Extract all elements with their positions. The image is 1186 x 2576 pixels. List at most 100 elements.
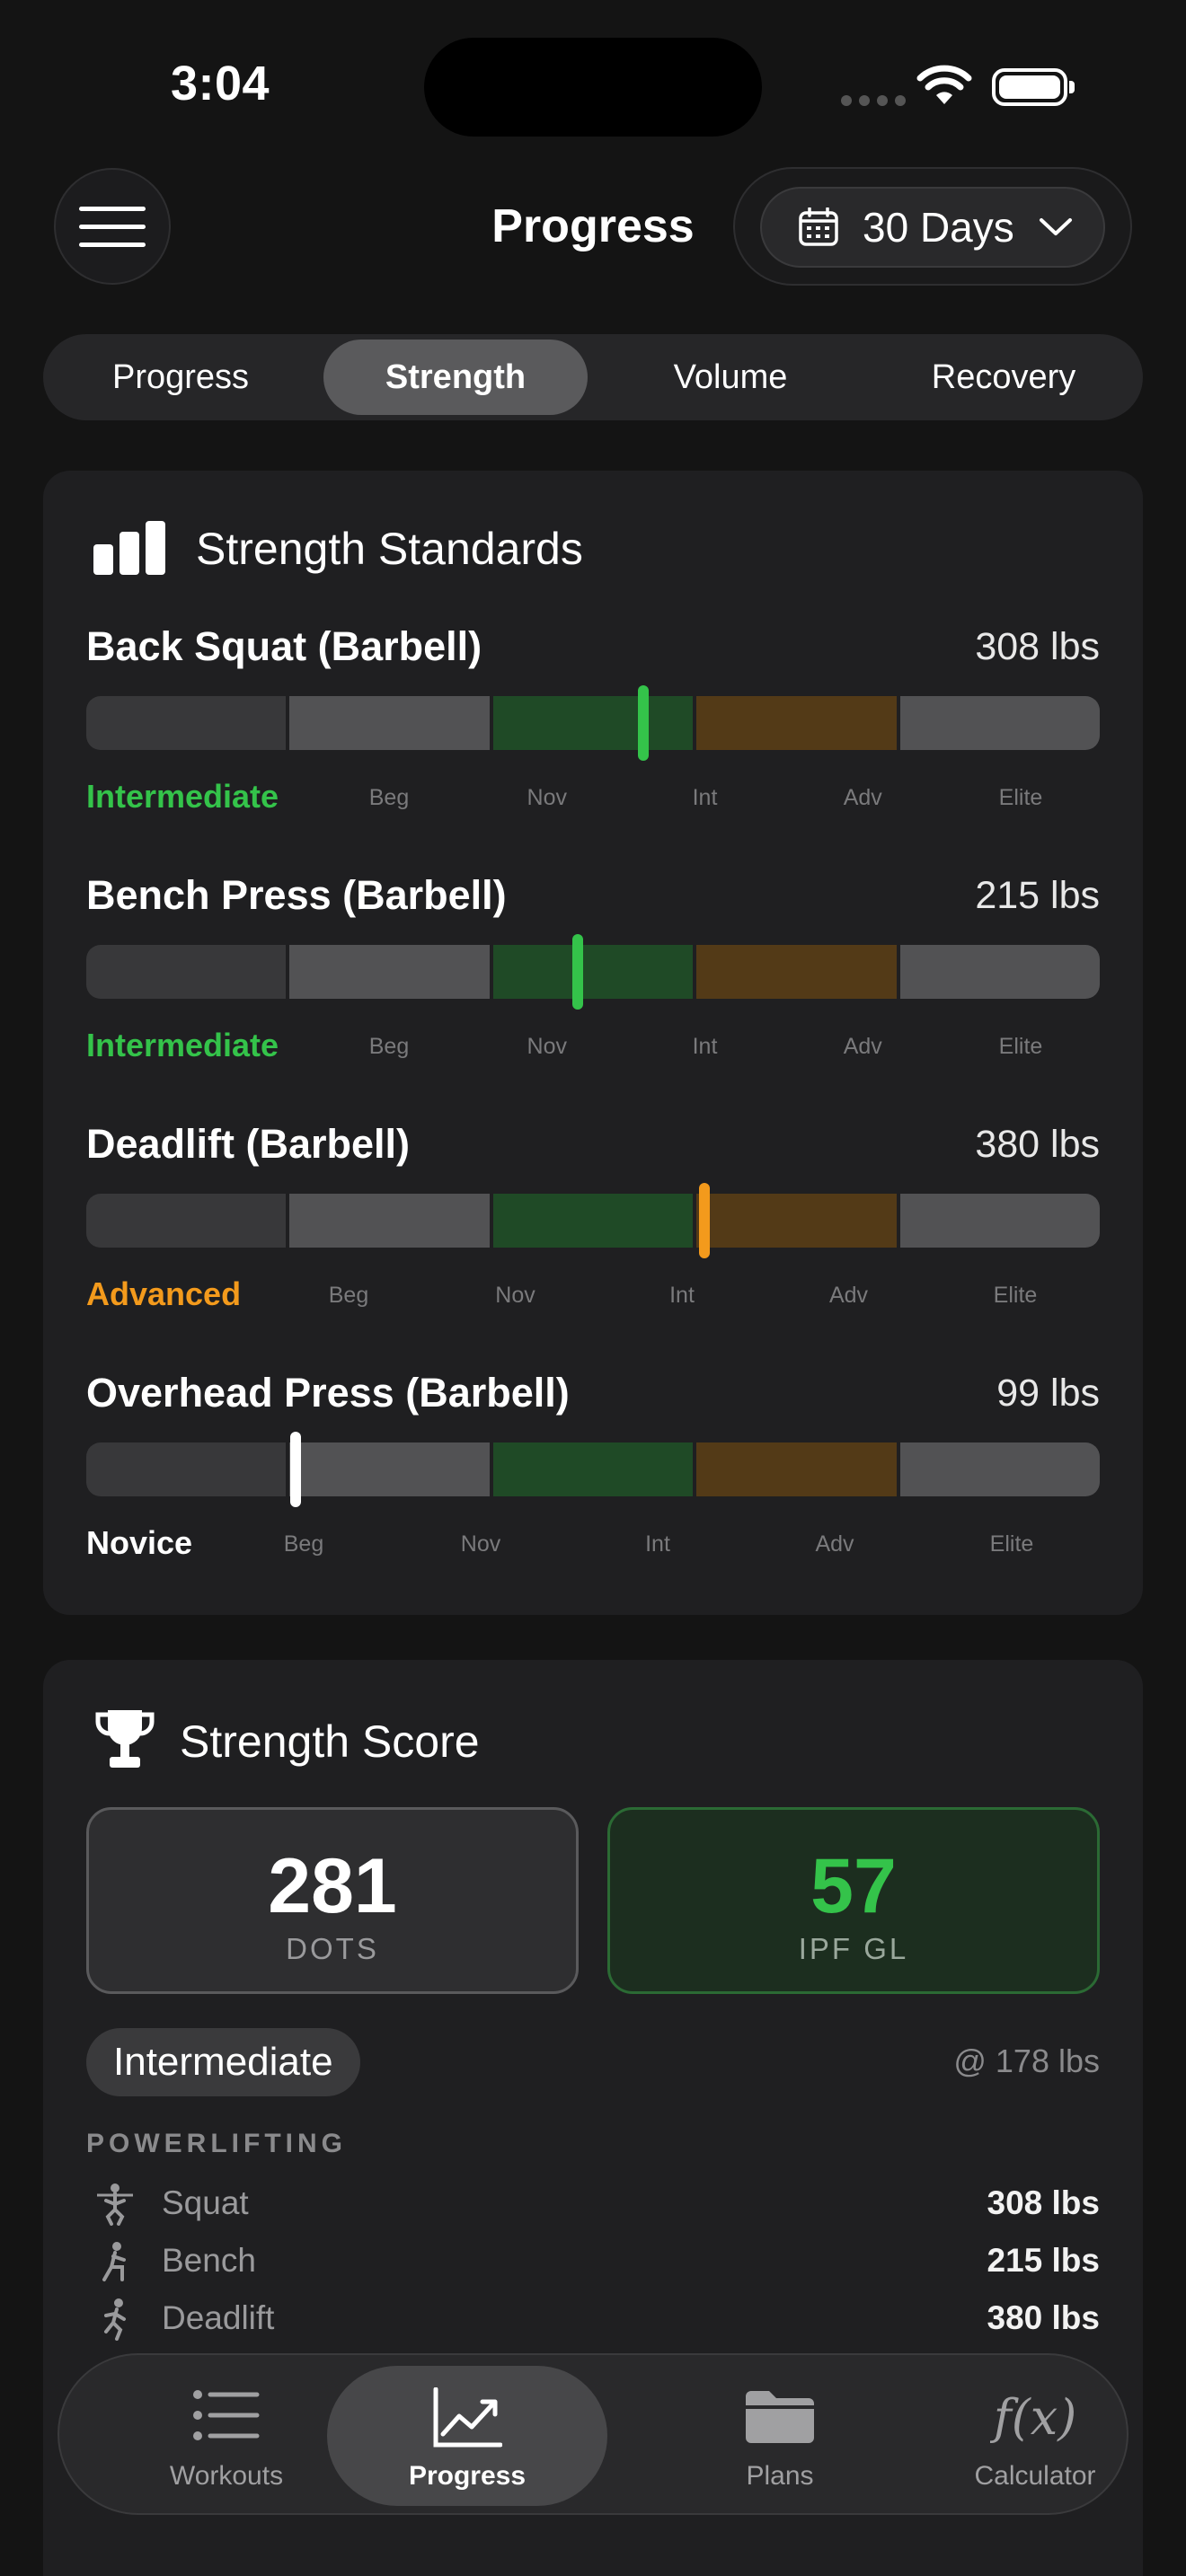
cellular-signal-icon xyxy=(841,95,906,106)
chevron-down-icon xyxy=(1039,218,1072,235)
tick-label: Elite xyxy=(998,785,1043,810)
list-item: Bench 215 lbs xyxy=(86,2236,1100,2287)
lift-name: Overhead Press (Barbell) xyxy=(86,1370,570,1416)
bar-segment xyxy=(899,696,1100,750)
ipf-value: 57 xyxy=(810,1843,897,1929)
tick-label: Elite xyxy=(989,1531,1034,1557)
chart-line-icon xyxy=(433,2387,502,2448)
lift-weight: 99 lbs xyxy=(996,1372,1100,1415)
bar-segment xyxy=(492,945,694,999)
squat-icon xyxy=(97,2183,133,2226)
strength-standards-card: Strength Standards Back Squat (Barbell) 3… xyxy=(43,471,1143,1615)
tab-plans[interactable]: Plans xyxy=(654,2355,906,2517)
lift-name: Squat xyxy=(162,2184,249,2221)
dots-label: DOTS xyxy=(286,1932,379,1965)
wifi-icon xyxy=(916,65,972,104)
hamburger-icon xyxy=(79,206,146,211)
lift-name: Deadlift (Barbell) xyxy=(86,1121,411,1167)
dots-score-box[interactable]: 281 DOTS xyxy=(86,1807,579,1994)
lift-value: 308 lbs xyxy=(987,2184,1100,2221)
card-title: Strength Score xyxy=(180,1716,480,1767)
card-title: Strength Standards xyxy=(196,524,583,574)
bar-segment xyxy=(696,1442,897,1496)
lift-weight: 380 lbs xyxy=(975,1123,1100,1166)
range-selector-button[interactable]: 30 Days xyxy=(760,187,1105,268)
status-time: 3:04 xyxy=(171,57,270,110)
strength-level-bar xyxy=(86,1442,1100,1496)
list-item: Squat 308 lbs xyxy=(86,2179,1100,2229)
bar-segment xyxy=(899,945,1100,999)
tick-label: Elite xyxy=(998,1034,1043,1059)
bar-chart-icon xyxy=(93,521,165,575)
battery-icon xyxy=(992,68,1075,106)
strength-marker xyxy=(572,934,584,1010)
function-icon: ƒ(x) xyxy=(990,2389,1076,2446)
tick-label: Adv xyxy=(828,1283,869,1308)
tab-label: Calculator xyxy=(974,2461,1096,2491)
classification-badge: Intermediate xyxy=(86,2028,360,2096)
tick-label: Adv xyxy=(843,785,882,810)
tick-label: Nov xyxy=(527,785,567,810)
bar-segment xyxy=(696,945,897,999)
tick-label: Beg xyxy=(368,1034,410,1059)
ipf-label: IPF GL xyxy=(798,1932,909,1965)
tick-label: Nov xyxy=(460,1531,501,1557)
strength-marker xyxy=(290,1432,302,1507)
level-label: Advanced xyxy=(86,1275,242,1312)
lift-weight: 215 lbs xyxy=(975,874,1100,917)
tab-strength[interactable]: Strength xyxy=(323,340,588,415)
list-item: Deadlift 380 lbs xyxy=(86,2294,1100,2344)
tab-label: Plans xyxy=(746,2461,814,2491)
section-label: POWERLIFTING xyxy=(86,2129,347,2158)
range-label: 30 Days xyxy=(863,204,1014,251)
tick-label: Beg xyxy=(368,785,410,810)
bar-segment xyxy=(899,1194,1100,1248)
tick-label: Int xyxy=(692,785,718,810)
tick-label: Int xyxy=(669,1283,695,1308)
dynamic-island xyxy=(424,38,762,137)
svg-text:ƒ(x): ƒ(x) xyxy=(990,2389,1076,2446)
bar-segment xyxy=(86,696,287,750)
level-label: Novice xyxy=(86,1524,193,1561)
strength-marker xyxy=(699,1183,711,1258)
bar-segment xyxy=(696,696,897,750)
bar-segment xyxy=(289,1442,490,1496)
ipf-score-box[interactable]: 57 IPF GL xyxy=(607,1807,1100,1994)
lift-name: Bench Press (Barbell) xyxy=(86,872,507,918)
level-label: Intermediate xyxy=(86,1027,279,1063)
list-icon xyxy=(193,2390,260,2440)
bar-segment xyxy=(289,1194,490,1248)
bar-segment xyxy=(86,1442,287,1496)
strength-level-bar xyxy=(86,1194,1100,1248)
lift-value: 380 lbs xyxy=(987,2299,1100,2336)
bar-segment xyxy=(289,696,490,750)
tick-label: Nov xyxy=(527,1034,567,1059)
tick-label: Beg xyxy=(328,1283,369,1308)
strength-level-bar xyxy=(86,696,1100,750)
page-title: Progress xyxy=(491,200,695,252)
lift-weight: 308 lbs xyxy=(975,625,1100,668)
bar-segment xyxy=(492,696,694,750)
tick-label: Adv xyxy=(815,1531,854,1557)
bar-segment xyxy=(289,945,490,999)
tab-progress[interactable]: Progress xyxy=(54,340,307,415)
tab-progress-nav[interactable]: Progress xyxy=(327,2355,607,2517)
lift-name: Bench xyxy=(162,2242,256,2279)
dots-value: 281 xyxy=(268,1843,397,1929)
bodyweight-label: @ 178 lbs xyxy=(953,2042,1100,2079)
strength-level-bar xyxy=(86,945,1100,999)
deadlift-icon xyxy=(104,2298,126,2341)
lift-name: Deadlift xyxy=(162,2299,275,2336)
menu-button[interactable] xyxy=(54,168,171,285)
level-label: Intermediate xyxy=(86,778,279,815)
trophy-icon xyxy=(95,1710,155,1768)
tick-label: Nov xyxy=(495,1283,535,1308)
tab-label: Workouts xyxy=(169,2461,284,2491)
strength-marker xyxy=(638,685,650,761)
tab-recovery[interactable]: Recovery xyxy=(873,340,1134,415)
tab-volume[interactable]: Volume xyxy=(598,340,863,415)
tab-calculator[interactable]: ƒ(x) Calculator xyxy=(909,2355,1161,2517)
tick-label: Int xyxy=(692,1034,718,1059)
bar-segment xyxy=(86,1194,287,1248)
tab-workouts[interactable]: Workouts xyxy=(101,2355,352,2517)
